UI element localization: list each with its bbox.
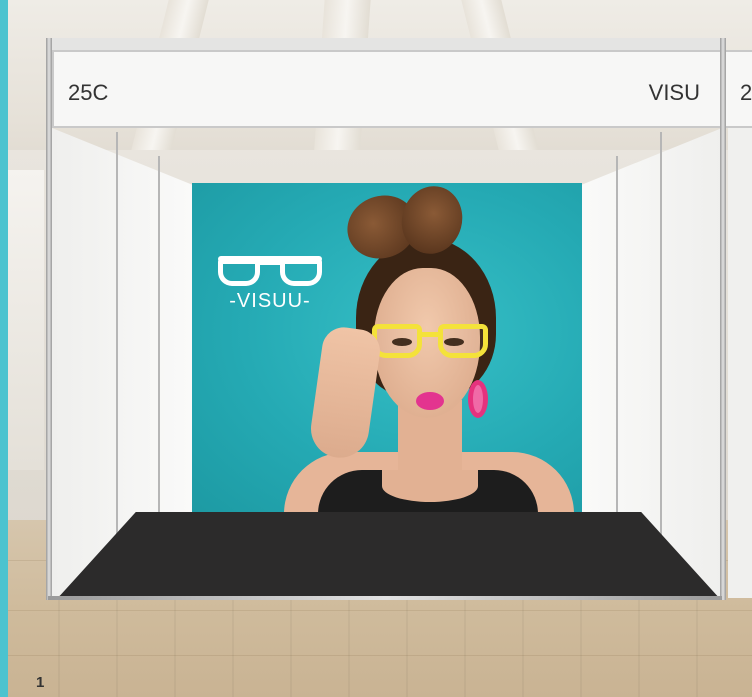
earring-icon — [468, 380, 488, 418]
model-neckline — [382, 470, 478, 502]
exhibition-scene: 2 -VISUU- 25C VISU 1 — [0, 0, 752, 697]
booth-carpet — [56, 512, 721, 600]
glasses-logo-icon — [218, 252, 322, 288]
neighbor-booth-number: 2 — [740, 80, 752, 105]
accent-strip — [0, 0, 8, 697]
booth-post — [720, 38, 726, 600]
panel-seam — [660, 132, 662, 552]
panel-seam — [158, 156, 160, 528]
neighbor-booth-wall — [728, 128, 752, 598]
neighbor-fascia: 2 — [726, 50, 752, 128]
model-lips — [416, 392, 444, 410]
floor-plank-line — [0, 610, 752, 611]
booth-floor-rail — [48, 596, 722, 600]
banner-logo-text: -VISUU- — [229, 290, 311, 312]
panel-seam — [116, 132, 118, 552]
booth-post — [46, 38, 52, 600]
yellow-glasses-icon — [372, 324, 490, 362]
floor-plank-line — [0, 655, 752, 656]
booth-fascia: 25C VISU — [52, 50, 722, 128]
booth-number: 25C — [68, 80, 109, 105]
page-number: 1 — [36, 674, 45, 691]
panel-seam — [616, 156, 618, 528]
hall-window — [8, 170, 44, 470]
booth-company-name: VISU — [648, 80, 700, 105]
